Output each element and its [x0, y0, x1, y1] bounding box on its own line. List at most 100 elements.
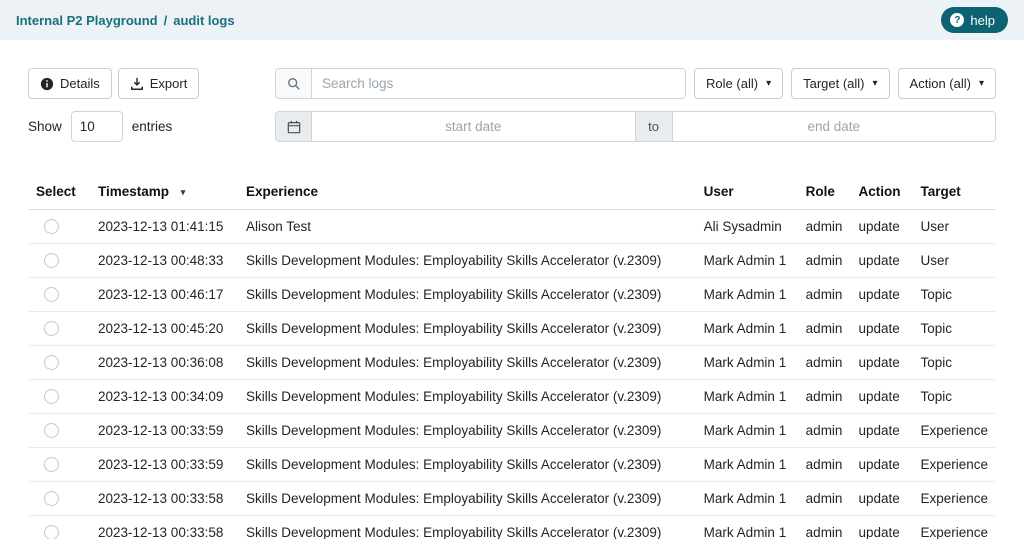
action-buttons: Details Export — [28, 68, 275, 99]
cell-timestamp: 2023-12-13 00:45:20 — [90, 312, 238, 346]
search-group — [275, 68, 686, 99]
breadcrumb-current: audit logs — [173, 13, 234, 28]
cell-user: Ali Sysadmin — [696, 210, 798, 244]
table-row: 2023-12-13 00:33:58Skills Development Mo… — [28, 482, 996, 516]
details-button[interactable]: Details — [28, 68, 112, 99]
column-header-target-label: Target — [920, 184, 960, 199]
cell-action: update — [850, 380, 912, 414]
top-bar: Internal P2 Playground / audit logs ? he… — [0, 0, 1024, 40]
search-input[interactable] — [312, 69, 685, 98]
cell-action: update — [850, 414, 912, 448]
cell-target: User — [912, 244, 996, 278]
cell-timestamp: 2023-12-13 00:33:59 — [90, 448, 238, 482]
show-label: Show — [28, 119, 62, 134]
row-select-checkbox[interactable] — [44, 321, 59, 336]
cell-timestamp: 2023-12-13 00:48:33 — [90, 244, 238, 278]
column-header-target[interactable]: Target — [912, 176, 996, 210]
cell-role: admin — [798, 278, 851, 312]
table-row: 2023-12-13 00:33:59Skills Development Mo… — [28, 414, 996, 448]
column-header-action[interactable]: Action — [850, 176, 912, 210]
column-header-timestamp-label: Timestamp — [98, 184, 169, 199]
table-row: 2023-12-13 00:45:20Skills Development Mo… — [28, 312, 996, 346]
column-header-experience[interactable]: Experience — [238, 176, 696, 210]
entries-label: entries — [132, 119, 173, 134]
calendar-icon — [276, 112, 312, 141]
date-range-group: to — [275, 111, 996, 142]
cell-experience: Skills Development Modules: Employabilit… — [238, 278, 696, 312]
cell-experience: Skills Development Modules: Employabilit… — [238, 312, 696, 346]
export-button[interactable]: Export — [118, 68, 200, 99]
cell-action: update — [850, 346, 912, 380]
table-row: 2023-12-13 01:41:15Alison TestAli Sysadm… — [28, 210, 996, 244]
row-select-checkbox[interactable] — [44, 389, 59, 404]
cell-action: update — [850, 448, 912, 482]
column-header-user[interactable]: User — [696, 176, 798, 210]
row-select-checkbox[interactable] — [44, 287, 59, 302]
main-content: Details Export Role (all) ▾ T — [0, 40, 1024, 539]
column-header-experience-label: Experience — [246, 184, 318, 199]
cell-target: Topic — [912, 278, 996, 312]
row-select-checkbox[interactable] — [44, 491, 59, 506]
cell-experience: Skills Development Modules: Employabilit… — [238, 448, 696, 482]
row-select-checkbox[interactable] — [44, 253, 59, 268]
role-filter-dropdown[interactable]: Role (all) ▾ — [694, 68, 783, 99]
column-header-action-label: Action — [858, 184, 900, 199]
cell-timestamp: 2023-12-13 00:33:58 — [90, 516, 238, 539]
cell-action: update — [850, 312, 912, 346]
start-date-input[interactable] — [312, 112, 635, 141]
end-date-input[interactable] — [673, 112, 996, 141]
row-select-checkbox[interactable] — [44, 525, 59, 539]
cell-timestamp: 2023-12-13 00:36:08 — [90, 346, 238, 380]
breadcrumb-root-link[interactable]: Internal P2 Playground — [16, 13, 158, 28]
cell-timestamp: 2023-12-13 01:41:15 — [90, 210, 238, 244]
target-filter-dropdown[interactable]: Target (all) ▾ — [791, 68, 889, 99]
cell-action: update — [850, 278, 912, 312]
cell-select — [28, 244, 90, 278]
chevron-down-icon: ▾ — [873, 78, 878, 89]
cell-user: Mark Admin 1 — [696, 278, 798, 312]
date-to-label: to — [635, 112, 673, 141]
chevron-down-icon: ▾ — [766, 78, 771, 89]
row-select-checkbox[interactable] — [44, 355, 59, 370]
cell-select — [28, 482, 90, 516]
cell-user: Mark Admin 1 — [696, 346, 798, 380]
cell-timestamp: 2023-12-13 00:46:17 — [90, 278, 238, 312]
cell-role: admin — [798, 346, 851, 380]
table-row: 2023-12-13 00:33:59Skills Development Mo… — [28, 448, 996, 482]
entries-count-input[interactable] — [71, 111, 123, 142]
column-header-timestamp[interactable]: Timestamp ▾ — [90, 176, 238, 210]
table-row: 2023-12-13 00:33:58Skills Development Mo… — [28, 516, 996, 539]
cell-select — [28, 380, 90, 414]
action-filter-label: Action (all) — [910, 76, 971, 91]
help-button[interactable]: ? help — [941, 7, 1008, 33]
sort-descending-icon: ▾ — [181, 187, 186, 197]
search-filter-row: Role (all) ▾ Target (all) ▾ Action (all)… — [275, 68, 996, 99]
table-row: 2023-12-13 00:36:08Skills Development Mo… — [28, 346, 996, 380]
row-select-checkbox[interactable] — [44, 219, 59, 234]
cell-select — [28, 448, 90, 482]
column-header-role[interactable]: Role — [798, 176, 851, 210]
cell-experience: Skills Development Modules: Employabilit… — [238, 380, 696, 414]
row-select-checkbox[interactable] — [44, 423, 59, 438]
cell-experience: Skills Development Modules: Employabilit… — [238, 414, 696, 448]
cell-target: Topic — [912, 380, 996, 414]
table-row: 2023-12-13 00:48:33Skills Development Mo… — [28, 244, 996, 278]
cell-select — [28, 210, 90, 244]
breadcrumb: Internal P2 Playground / audit logs — [16, 13, 235, 28]
cell-target: User — [912, 210, 996, 244]
cell-role: admin — [798, 312, 851, 346]
audit-log-table: Select Timestamp ▾ Experience User Role — [28, 176, 996, 539]
column-header-role-label: Role — [806, 184, 835, 199]
help-button-label: help — [970, 13, 995, 28]
breadcrumb-separator: / — [164, 13, 168, 28]
cell-experience: Skills Development Modules: Employabilit… — [238, 516, 696, 539]
row-select-checkbox[interactable] — [44, 457, 59, 472]
cell-select — [28, 278, 90, 312]
cell-role: admin — [798, 448, 851, 482]
cell-select — [28, 414, 90, 448]
target-filter-label: Target (all) — [803, 76, 864, 91]
cell-role: admin — [798, 244, 851, 278]
cell-action: update — [850, 244, 912, 278]
cell-action: update — [850, 210, 912, 244]
action-filter-dropdown[interactable]: Action (all) ▾ — [898, 68, 996, 99]
